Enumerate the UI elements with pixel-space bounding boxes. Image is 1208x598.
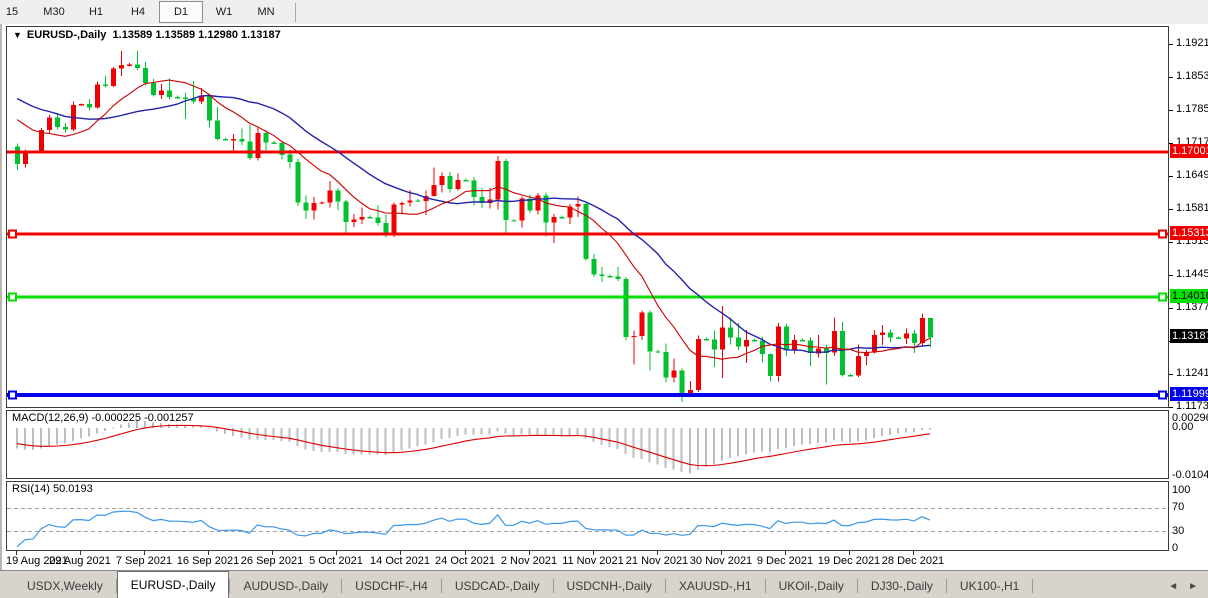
- chart-tabs-bar: USDX,WeeklyEURUSD-,DailyAUDUSD-,DailyUSD…: [0, 570, 1208, 598]
- macd-pane[interactable]: MACD(12,26,9) -0.000225 -0.001257: [6, 410, 1169, 479]
- timeframe-button-w1[interactable]: W1: [203, 2, 245, 22]
- price-tick-label: 1.18530: [1176, 70, 1208, 82]
- tab-xauusd-h1[interactable]: XAUUSD-,H1: [666, 574, 765, 598]
- rsi-name: RSI(14): [12, 483, 50, 495]
- macd-axis-label: -0.01042: [1172, 469, 1208, 481]
- price-chart-pane[interactable]: ▼ EURUSD-,Daily 1.13589 1.13589 1.12980 1…: [6, 26, 1169, 408]
- price-tick-label: 1.17850: [1176, 103, 1208, 115]
- price-tick: [1169, 209, 1173, 210]
- tab-usdchf-h4[interactable]: USDCHF-,H4: [342, 574, 441, 598]
- date-label: 21 Nov 2021: [621, 555, 693, 567]
- timeframe-toolbar: 15M30H1H4D1W1MN: [0, 0, 1208, 25]
- hline-price-label: 1.14016: [1170, 289, 1208, 303]
- price-tick-label: 1.12410: [1176, 367, 1208, 379]
- current-price-label: 1.13187: [1170, 329, 1208, 343]
- price-tick: [1169, 110, 1173, 111]
- rsi-pane[interactable]: RSI(14) 50.0193: [6, 481, 1169, 551]
- date-label: 30 Nov 2021: [685, 555, 757, 567]
- ohlc-open: 1.13589: [113, 29, 153, 41]
- rsi-chart[interactable]: [7, 482, 1168, 550]
- date-label: 14 Oct 2021: [364, 555, 436, 567]
- tab-usdcad-daily[interactable]: USDCAD-,Daily: [442, 574, 553, 598]
- macd-value-signal: -0.001257: [144, 412, 194, 424]
- tab-uk100-h1[interactable]: UK100-,H1: [947, 574, 1032, 598]
- rsi-axis-label: 30: [1172, 525, 1184, 537]
- ohlc-close: 1.13187: [241, 29, 281, 41]
- timeframe-button-d1[interactable]: D1: [159, 1, 203, 23]
- price-tick-label: 1.19210: [1176, 37, 1208, 49]
- date-label: 19 Dec 2021: [813, 555, 885, 567]
- timeframe-button-h1[interactable]: H1: [75, 2, 117, 22]
- chart-window: ▼ EURUSD-,Daily 1.13589 1.13589 1.12980 1…: [0, 24, 1208, 570]
- rsi-title: RSI(14) 50.0193: [12, 483, 93, 495]
- price-tick: [1169, 275, 1173, 276]
- price-tick-label: 1.16490: [1176, 169, 1208, 181]
- macd-axis-label: 0.00: [1172, 421, 1193, 433]
- price-tick: [1169, 308, 1173, 309]
- timeframe-button-15[interactable]: 15: [0, 2, 33, 22]
- rsi-axis-label: 70: [1172, 501, 1184, 513]
- rsi-axis-label: 0: [1172, 542, 1178, 554]
- date-label: 5 Oct 2021: [300, 555, 372, 567]
- ohlc-high: 1.13589: [155, 29, 195, 41]
- toolbar-separator: [295, 3, 296, 22]
- price-tick: [1169, 374, 1173, 375]
- date-label: 26 Sep 2021: [236, 555, 308, 567]
- date-label: 2 Nov 2021: [493, 555, 565, 567]
- price-tick: [1169, 77, 1173, 78]
- hline-price-label: 1.15313: [1170, 226, 1208, 240]
- tab-audusd-daily[interactable]: AUDUSD-,Daily: [230, 574, 341, 598]
- candlestick-chart[interactable]: [7, 27, 1168, 407]
- macd-title: MACD(12,26,9) -0.000225 -0.001257: [12, 412, 194, 424]
- tab-usdcnh-daily[interactable]: USDCNH-,Daily: [554, 574, 665, 598]
- tab-eurusd-daily[interactable]: EURUSD-,Daily: [117, 571, 230, 598]
- date-label: 7 Sep 2021: [108, 555, 180, 567]
- timeframe-button-m30[interactable]: M30: [33, 2, 75, 22]
- hline-price-label: 1.17001: [1170, 144, 1208, 158]
- date-label: 16 Sep 2021: [172, 555, 244, 567]
- price-tick: [1169, 242, 1173, 243]
- date-label: 29 Aug 2021: [44, 555, 116, 567]
- tab-scroll-right-icon[interactable]: ►: [1188, 581, 1198, 592]
- trading-terminal: { "toolbar": { "timeframes": [ {"label":…: [0, 0, 1208, 598]
- timeframe-button-mn[interactable]: MN: [245, 2, 287, 22]
- date-label: 11 Nov 2021: [557, 555, 629, 567]
- chart-dropdown-icon[interactable]: ▼: [13, 30, 22, 40]
- price-tick-label: 1.11730: [1176, 400, 1208, 412]
- chart-title: ▼ EURUSD-,Daily 1.13589 1.13589 1.12980 1…: [13, 29, 281, 41]
- tab-scroll-left-icon[interactable]: ◄: [1168, 581, 1178, 592]
- tab-dj30-daily[interactable]: DJ30-,Daily: [858, 574, 946, 598]
- rsi-value: 50.0193: [53, 483, 93, 495]
- timeframe-button-h4[interactable]: H4: [117, 2, 159, 22]
- macd-name: MACD(12,26,9): [12, 412, 88, 424]
- macd-value-main: -0.000225: [91, 412, 141, 424]
- price-axis[interactable]: 1.192101.185301.178501.171701.164901.158…: [1169, 24, 1208, 570]
- price-tick: [1169, 407, 1173, 408]
- price-tick-label: 1.14450: [1176, 268, 1208, 280]
- date-axis[interactable]: 19 Aug 202129 Aug 20217 Sep 202116 Sep 2…: [6, 551, 1169, 570]
- tab-ukoil-daily[interactable]: UKOil-,Daily: [766, 574, 857, 598]
- date-label: 28 Dec 2021: [877, 555, 949, 567]
- tab-nav: ◄►: [1168, 581, 1198, 592]
- date-label: 9 Dec 2021: [749, 555, 821, 567]
- rsi-axis-label: 100: [1172, 484, 1190, 496]
- price-tick: [1169, 176, 1173, 177]
- tab-usdx-weekly[interactable]: USDX,Weekly: [14, 574, 116, 598]
- hline-price-label: 1.11999: [1170, 387, 1208, 401]
- ohlc-low: 1.12980: [198, 29, 238, 41]
- price-tick: [1169, 44, 1173, 45]
- chart-symbol: EURUSD-,Daily: [27, 29, 106, 41]
- date-label: 24 Oct 2021: [429, 555, 501, 567]
- tab-separator: [1032, 579, 1033, 593]
- price-tick-label: 1.15810: [1176, 202, 1208, 214]
